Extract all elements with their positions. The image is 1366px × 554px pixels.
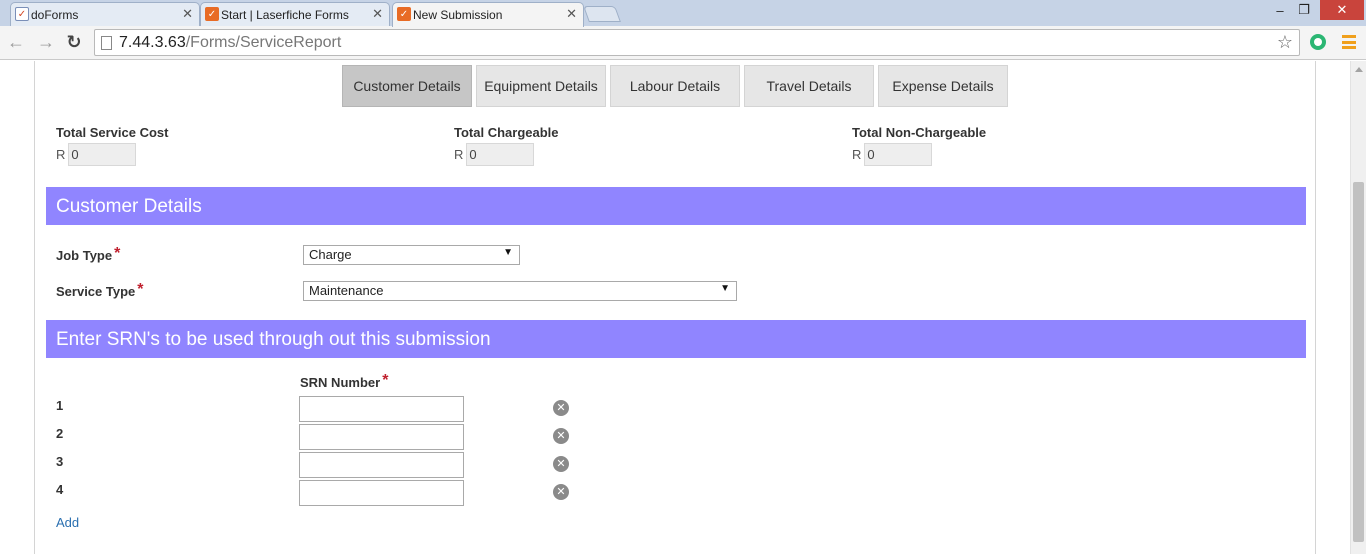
srn-number-input[interactable]: [299, 480, 464, 506]
currency-symbol: R: [852, 147, 862, 162]
forward-arrow-icon[interactable]: →: [36, 32, 56, 52]
page-scrollbar[interactable]: [1350, 61, 1366, 554]
browser-tab-title: New Submission: [413, 8, 503, 22]
total-chargeable-field: 0: [466, 143, 535, 166]
currency-symbol: R: [454, 147, 464, 162]
close-icon[interactable]: ✕: [182, 6, 193, 22]
dropdown-arrow-icon: ▼: [503, 247, 513, 258]
total-service-cost-field: 0: [68, 143, 137, 166]
window-close-icon[interactable]: ✕: [1320, 0, 1364, 20]
srn-number-input[interactable]: [299, 396, 464, 422]
required-marker: *: [137, 281, 144, 298]
restore-icon[interactable]: ❐: [1292, 0, 1316, 20]
page-viewport: Customer Details Equipment Details Labou…: [0, 61, 1350, 554]
tab-labour-details[interactable]: Labour Details: [610, 65, 740, 107]
service-type-label-text: Service Type: [56, 284, 136, 299]
service-type-value: Maintenance: [309, 283, 384, 298]
srn-row-number: 1: [56, 398, 64, 413]
laserfiche-icon: ✓: [205, 7, 219, 21]
job-type-label: Job Type *: [56, 245, 121, 265]
minimize-icon[interactable]: –: [1268, 0, 1292, 20]
doforms-icon: ✓: [15, 7, 29, 21]
new-tab-button[interactable]: [583, 6, 621, 22]
browser-tab-laserfiche-start[interactable]: ✓ Start | Laserfiche Forms ✕: [200, 2, 390, 26]
job-type-label-text: Job Type: [56, 248, 113, 263]
back-arrow-icon[interactable]: ←: [6, 32, 26, 52]
section-header-customer-details: Customer Details: [46, 187, 1306, 225]
remove-row-icon[interactable]: ✕: [553, 428, 569, 444]
srn-column-header: SRN Number *: [300, 372, 389, 392]
srn-column-header-text: SRN Number: [300, 375, 381, 390]
reload-icon[interactable]: ↻: [64, 32, 84, 52]
scroll-up-arrow-icon[interactable]: [1355, 67, 1363, 72]
browser-tab-title: doForms: [31, 7, 79, 22]
total-label: Total Non-Chargeable: [852, 125, 987, 140]
service-type-select[interactable]: Maintenance ▼: [303, 281, 737, 301]
tab-customer-details[interactable]: Customer Details: [342, 65, 472, 107]
srn-row-number: 3: [56, 454, 64, 469]
form-container: Customer Details Equipment Details Labou…: [34, 61, 1316, 554]
browser-tab-new-submission[interactable]: ✓ New Submission ✕: [392, 2, 584, 27]
srn-row: 1 ✕: [56, 396, 576, 422]
currency-symbol: R: [56, 147, 66, 162]
remove-row-icon[interactable]: ✕: [553, 484, 569, 500]
bookmark-star-icon[interactable]: ☆: [1277, 32, 1293, 53]
total-non-chargeable-field: 0: [864, 143, 933, 166]
tab-expense-details[interactable]: Expense Details: [878, 65, 1008, 107]
section-header-srn: Enter SRN's to be used through out this …: [46, 320, 1306, 358]
dropdown-arrow-icon: ▼: [720, 283, 730, 294]
browser-tab-title: Start | Laserfiche Forms: [221, 7, 349, 22]
srn-row-number: 4: [56, 482, 64, 497]
job-type-select[interactable]: Charge ▼: [303, 245, 520, 265]
total-label: Total Chargeable: [454, 125, 559, 140]
remove-row-icon[interactable]: ✕: [553, 400, 569, 416]
job-type-value: Charge: [309, 247, 352, 262]
close-icon[interactable]: ✕: [566, 6, 577, 22]
url-path: /Forms/ServiceReport: [185, 33, 342, 51]
extension-icon[interactable]: [1310, 34, 1326, 50]
tab-travel-details[interactable]: Travel Details: [744, 65, 874, 107]
required-marker: *: [114, 245, 121, 262]
total-chargeable: Total Chargeable R 0: [454, 125, 559, 166]
srn-row: 4 ✕: [56, 480, 576, 506]
required-marker: *: [382, 372, 389, 389]
close-icon[interactable]: ✕: [372, 6, 383, 22]
srn-row: 3 ✕: [56, 452, 576, 478]
address-bar[interactable]: 7.44.3.63/Forms/ServiceReport ☆: [94, 29, 1300, 56]
browser-menu-icon[interactable]: [1342, 35, 1356, 49]
total-non-chargeable: Total Non-Chargeable R 0: [852, 125, 986, 166]
url-host: 7.44.3.63: [119, 33, 186, 51]
srn-number-input[interactable]: [299, 424, 464, 450]
browser-tab-doforms[interactable]: ✓ doForms ✕: [10, 2, 200, 26]
srn-row: 2 ✕: [56, 424, 576, 450]
form-tab-bar: Customer Details Equipment Details Labou…: [342, 65, 1008, 107]
tab-equipment-details[interactable]: Equipment Details: [476, 65, 606, 107]
total-label: Total Service Cost: [56, 125, 169, 140]
srn-number-input[interactable]: [299, 452, 464, 478]
browser-tab-strip: ✓ doForms ✕ ✓ Start | Laserfiche Forms ✕…: [0, 0, 1366, 27]
remove-row-icon[interactable]: ✕: [553, 456, 569, 472]
laserfiche-icon: ✓: [397, 7, 411, 21]
srn-row-number: 2: [56, 426, 64, 441]
browser-toolbar: ← → ↻ 7.44.3.63/Forms/ServiceReport ☆: [0, 26, 1366, 60]
add-srn-link[interactable]: Add: [56, 515, 79, 530]
service-type-label: Service Type *: [56, 281, 144, 301]
scrollbar-thumb[interactable]: [1353, 182, 1364, 542]
page-icon: [101, 36, 112, 50]
total-service-cost: Total Service Cost R 0: [56, 125, 168, 166]
